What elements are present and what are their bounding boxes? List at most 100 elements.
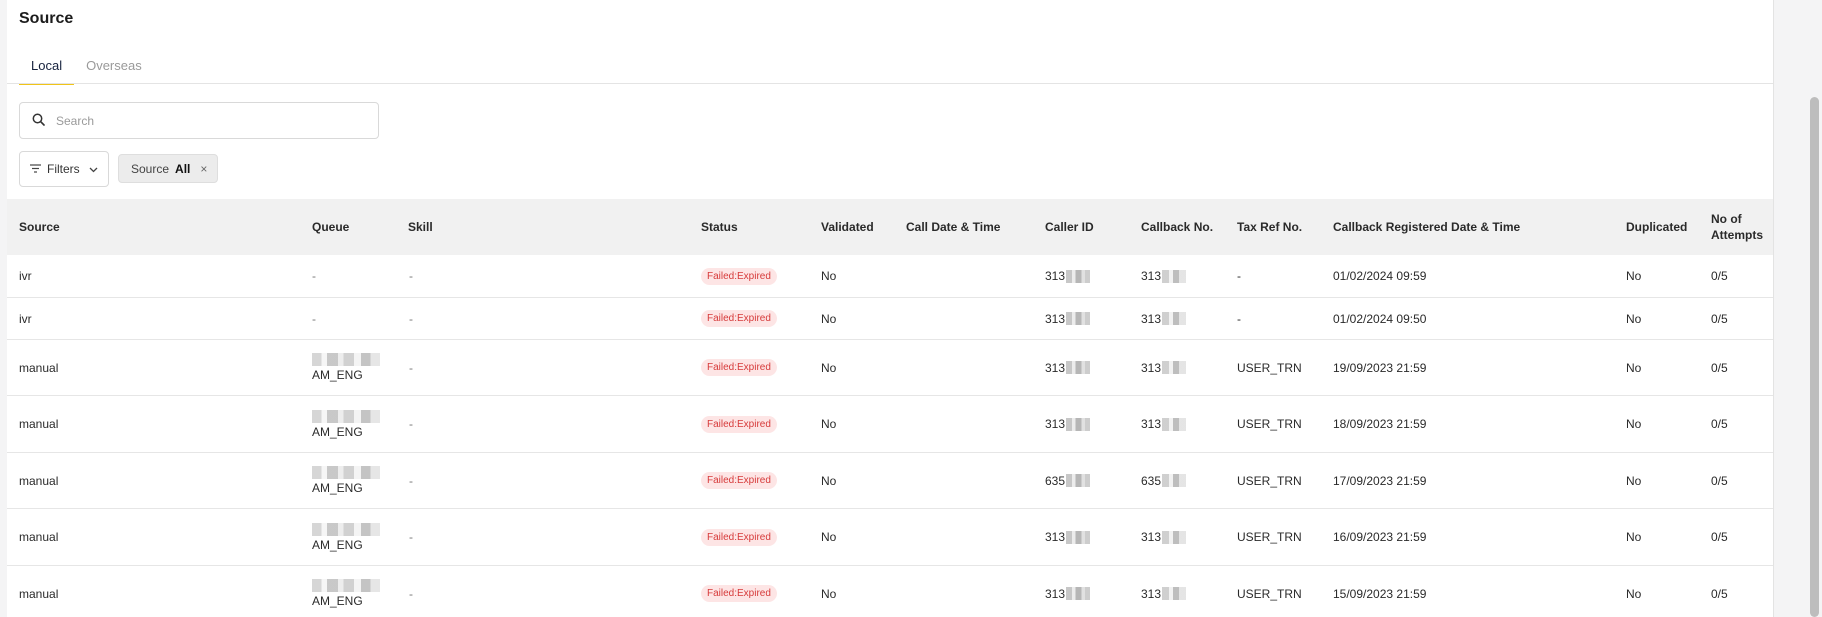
redacted-image <box>312 409 380 423</box>
cell-callback-no: 313 <box>1141 566 1187 617</box>
search-box[interactable] <box>19 102 379 139</box>
scrollbar-thumb[interactable] <box>1810 97 1819 617</box>
filters-button[interactable]: Filters <box>19 151 109 187</box>
col-skill[interactable]: Skill <box>408 199 433 255</box>
redacted-digits <box>1162 312 1187 325</box>
cell-duplicated: No <box>1626 311 1642 326</box>
table-row[interactable]: manual AM_ENG - Failed:Expired No 313 313 USER_… <box>7 509 1773 566</box>
cell-source: manual <box>19 417 59 431</box>
table-row[interactable]: ivr - - Failed:Expired No 313 313 - 01/02/2024 0… <box>7 255 1773 298</box>
cell-source: manual <box>19 360 59 375</box>
cell-duplicated: No <box>1626 530 1642 544</box>
search-input[interactable] <box>56 113 356 128</box>
cell-registered: 19/09/2023 21:59 <box>1333 360 1427 375</box>
cell-tax-ref: - <box>1237 311 1241 326</box>
col-queue[interactable]: Queue <box>312 199 349 255</box>
cell-queue: - <box>312 269 316 283</box>
redacted-image <box>312 522 380 536</box>
col-tax-ref[interactable]: Tax Ref No. <box>1237 199 1302 255</box>
table-row[interactable]: manual AM_ENG - Failed:Expired No 313 313 USER_… <box>7 340 1773 396</box>
table-row[interactable]: manual AM_ENG - Failed:Expired No 313 313 USER_… <box>7 396 1773 453</box>
caller-id-prefix: 313 <box>1045 269 1066 283</box>
cell-callback-no: 313 <box>1141 340 1187 395</box>
cell-status: Failed:Expired <box>701 453 777 508</box>
redacted-digits <box>1162 530 1187 544</box>
callback-no-prefix: 313 <box>1141 530 1162 544</box>
tab-bar: Local Overseas <box>19 51 154 85</box>
chip-label: Source <box>131 161 170 176</box>
cell-validated: No <box>821 530 837 544</box>
redacted-image <box>312 466 380 479</box>
cell-skill: - <box>409 473 413 488</box>
col-status[interactable]: Status <box>701 199 738 255</box>
chevron-down-icon <box>89 162 98 176</box>
cell-status: Failed:Expired <box>701 396 777 452</box>
cell-validated: No <box>821 417 837 431</box>
close-icon[interactable]: × <box>200 162 207 176</box>
callback-no-prefix: 313 <box>1141 586 1162 601</box>
redacted-digits <box>1162 417 1187 431</box>
cell-caller-id: 313 <box>1045 396 1091 452</box>
redacted-digits <box>1162 361 1187 374</box>
tab-local[interactable]: Local <box>19 51 75 85</box>
caller-id-prefix: 313 <box>1045 311 1066 326</box>
queue-name: AM_ENG <box>312 594 363 608</box>
cell-skill: - <box>409 311 413 326</box>
cell-skill: - <box>409 360 413 375</box>
cell-skill: - <box>409 586 413 601</box>
cell-status: Failed:Expired <box>701 255 777 297</box>
cell-source: ivr <box>19 269 32 283</box>
cell-validated: No <box>821 269 837 283</box>
status-badge: Failed:Expired <box>701 528 777 546</box>
table-row[interactable]: manual AM_ENG - Failed:Expired No 635 635 USER_… <box>7 453 1773 509</box>
status-badge: Failed:Expired <box>701 310 777 327</box>
cell-validated: No <box>821 311 837 326</box>
callback-no-prefix: 635 <box>1141 473 1162 488</box>
queue-name: AM_ENG <box>312 537 363 552</box>
redacted-digits <box>1066 417 1091 431</box>
status-badge: Failed:Expired <box>701 415 777 433</box>
filter-chip-source[interactable]: Source All × <box>118 154 219 183</box>
table-row[interactable]: manual AM_ENG - Failed:Expired No 313 313 USER_… <box>7 566 1773 617</box>
col-registered[interactable]: Callback Registered Date & Time <box>1333 199 1520 255</box>
queue-name: AM_ENG <box>312 424 363 439</box>
table-row[interactable]: ivr - - Failed:Expired No 313 313 - 01/02/2024 0… <box>7 298 1773 340</box>
col-attempts[interactable]: No of Attempts <box>1711 199 1769 255</box>
cell-duplicated: No <box>1626 586 1642 601</box>
cell-registered: 17/09/2023 21:59 <box>1333 473 1427 488</box>
redacted-digits <box>1066 269 1091 283</box>
cell-duplicated: No <box>1626 417 1642 431</box>
caller-id-prefix: 313 <box>1045 586 1066 601</box>
cell-caller-id: 635 <box>1045 453 1091 508</box>
cell-caller-id: 313 <box>1045 566 1091 617</box>
redacted-digits <box>1066 587 1091 600</box>
cell-status: Failed:Expired <box>701 566 777 617</box>
status-badge: Failed:Expired <box>701 359 777 376</box>
redacted-digits <box>1066 474 1091 487</box>
redacted-digits <box>1162 587 1187 600</box>
cell-registered: 18/09/2023 21:59 <box>1333 417 1427 431</box>
cell-duplicated: No <box>1626 269 1642 283</box>
col-caller-id[interactable]: Caller ID <box>1045 199 1094 255</box>
col-validated[interactable]: Validated <box>821 199 874 255</box>
col-duplicated[interactable]: Duplicated <box>1626 199 1687 255</box>
redacted-digits <box>1066 361 1091 374</box>
col-source[interactable]: Source <box>19 199 60 255</box>
cell-attempts: 0/5 <box>1711 530 1728 544</box>
cell-status: Failed:Expired <box>701 298 777 339</box>
col-call-date[interactable]: Call Date & Time <box>906 199 1000 255</box>
cell-queue: - <box>312 311 316 326</box>
cell-attempts: 0/5 <box>1711 360 1728 375</box>
cell-registered: 16/09/2023 21:59 <box>1333 530 1427 544</box>
cell-source: manual <box>19 473 59 488</box>
cell-validated: No <box>821 360 837 375</box>
tab-overseas[interactable]: Overseas <box>74 51 154 84</box>
cell-caller-id: 313 <box>1045 255 1091 297</box>
callback-no-prefix: 313 <box>1141 360 1162 375</box>
cell-callback-no: 635 <box>1141 453 1187 508</box>
search-icon <box>32 113 45 129</box>
redacted-digits <box>1066 312 1091 325</box>
cell-tax-ref: USER_TRN <box>1237 360 1302 375</box>
col-callback-no[interactable]: Callback No. <box>1141 199 1213 255</box>
cell-attempts: 0/5 <box>1711 473 1728 488</box>
